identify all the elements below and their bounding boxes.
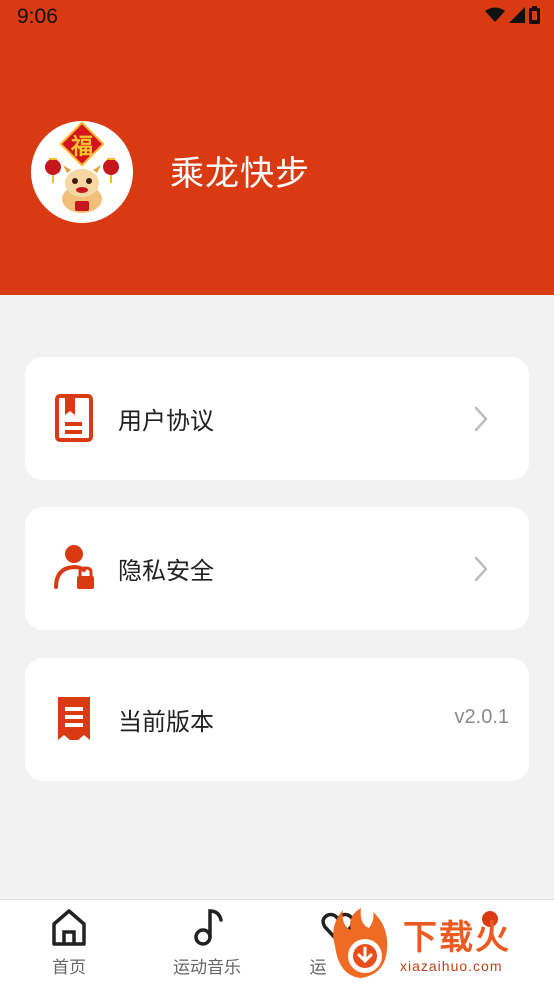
tab-home-label: 首页 bbox=[52, 958, 86, 978]
status-icons bbox=[485, 6, 540, 24]
receipt-icon bbox=[58, 697, 90, 740]
user-lock-icon bbox=[54, 545, 94, 589]
home-icon bbox=[52, 909, 86, 946]
avatar[interactable]: 福 bbox=[31, 121, 133, 223]
status-bar: 9:06 bbox=[0, 0, 554, 34]
tab-home[interactable]: 首页 bbox=[9, 900, 129, 984]
svg-text:福: 福 bbox=[70, 135, 93, 160]
watermark-url: xiazaihuo.com bbox=[400, 958, 503, 974]
profile-header: 9:06 福 乘龙快步 bbox=[0, 0, 554, 295]
version-number: v2.0.1 bbox=[454, 706, 509, 728]
wifi-icon bbox=[485, 7, 505, 22]
flame-logo-icon bbox=[333, 908, 388, 978]
chevron-right-icon bbox=[474, 406, 488, 432]
battery-icon bbox=[529, 6, 540, 24]
tab-sport-music-label: 运动音乐 bbox=[173, 958, 241, 978]
signal-icon bbox=[509, 7, 525, 23]
watermark-text: 下载火 bbox=[403, 918, 511, 958]
user-agreement-item[interactable]: 用户协议 bbox=[25, 357, 529, 480]
document-icon bbox=[55, 394, 93, 442]
privacy-security-label: 隐私安全 bbox=[118, 557, 214, 585]
user-agreement-label: 用户协议 bbox=[118, 407, 214, 435]
dragon-mascot-icon: 福 bbox=[45, 121, 119, 213]
current-version-item[interactable]: 当前版本 v2.0.1 bbox=[25, 658, 529, 781]
tab-sport-music[interactable]: 运动音乐 bbox=[147, 900, 267, 984]
status-time: 9:06 bbox=[17, 5, 58, 28]
privacy-security-item[interactable]: 隐私安全 bbox=[25, 507, 529, 630]
watermark: 下载火 xiazaihuo.com bbox=[325, 906, 554, 984]
music-note-icon bbox=[194, 909, 223, 946]
chevron-right-icon bbox=[474, 556, 488, 582]
current-version-label: 当前版本 bbox=[118, 708, 214, 736]
app-name: 乘龙快步 bbox=[170, 154, 310, 194]
